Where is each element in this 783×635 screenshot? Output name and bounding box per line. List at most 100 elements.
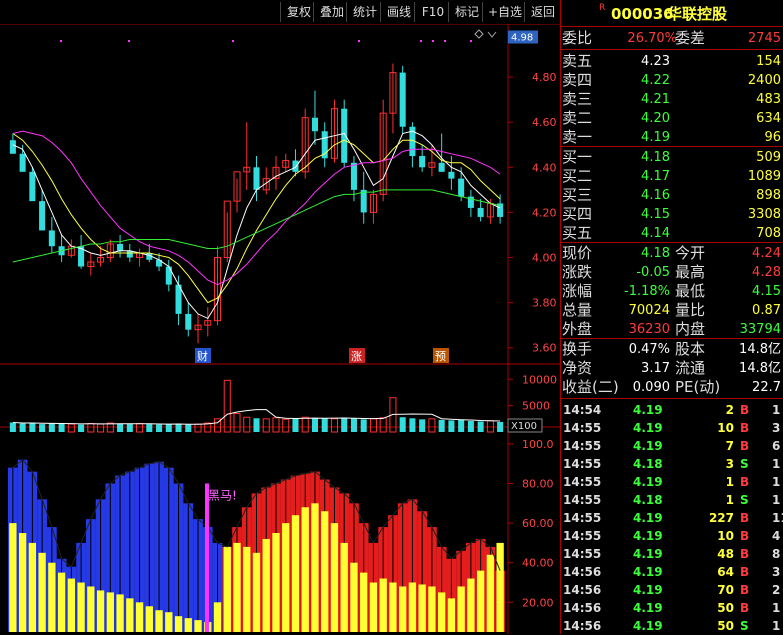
- order-ratio-label: 委比: [562, 29, 593, 47]
- signal-dot: [470, 40, 472, 42]
- volume-bar-up: [272, 417, 280, 433]
- tick-count: 3: [772, 565, 781, 579]
- volume-bar-up: [194, 423, 202, 433]
- bid-label: 买四: [562, 205, 593, 223]
- tick-side: B: [740, 529, 750, 543]
- volume-bar-down: [78, 424, 85, 432]
- tick-volume: 227: [708, 511, 734, 525]
- draw-line-button[interactable]: 画线: [380, 2, 417, 22]
- tick-price: 4.18: [633, 493, 663, 507]
- candle-body-down: [341, 108, 348, 163]
- volume-bars: [9, 379, 504, 433]
- fundamental-label-2: 流通: [675, 359, 706, 377]
- ask-row: 卖四 4.22 2400: [561, 71, 783, 90]
- fundamental-value-2: 14.8亿: [739, 342, 781, 357]
- tick-row: 14:56 4.19 50 B 1: [561, 599, 783, 617]
- order-ratio-value: 26.70%: [627, 31, 677, 46]
- volume-bar-down: [175, 423, 182, 432]
- volume-bar-up: [428, 418, 436, 433]
- ask-row: 卖二 4.20 634: [561, 109, 783, 128]
- volume-bar-down: [19, 423, 26, 432]
- tick-price: 4.19: [633, 439, 663, 453]
- black-horse-marker: [205, 483, 209, 632]
- fundamental-value: 3.17: [641, 361, 670, 376]
- tick-row: 14:56 4.19 64 B 3: [561, 563, 783, 581]
- back-button[interactable]: 返回: [524, 2, 561, 22]
- add-favorite-button[interactable]: +自选: [482, 2, 527, 22]
- tick-row: 14:55 4.19 7 B 6: [561, 437, 783, 455]
- tick-side: B: [740, 403, 750, 417]
- indicator-bar: [282, 523, 290, 632]
- fundamental-label: 换手: [562, 340, 593, 358]
- restore-rights-button[interactable]: 复权: [280, 2, 317, 22]
- f10-button[interactable]: F10: [414, 2, 451, 22]
- tick-time: 14:55: [563, 421, 602, 435]
- tick-side: S: [740, 493, 749, 507]
- tick-side: B: [740, 547, 750, 561]
- ask-price: 4.21: [641, 92, 670, 107]
- quote-value-2: 33794: [739, 322, 781, 337]
- tick-price: 4.19: [633, 475, 663, 489]
- volume-bar-up: [379, 417, 387, 433]
- tick-side: S: [740, 619, 749, 633]
- candle-body-down: [448, 171, 455, 179]
- quote-value-2: 4.28: [752, 265, 781, 280]
- ask-volume: 634: [756, 111, 781, 126]
- indicator-tick-label: 80.00: [522, 478, 554, 491]
- tick-price: 4.19: [633, 547, 663, 561]
- tick-row: 14:55 4.18 1 S 1: [561, 491, 783, 509]
- ask-label: 卖三: [562, 90, 593, 108]
- mark-button[interactable]: 标记: [448, 2, 485, 22]
- indicator-bar: [155, 610, 163, 632]
- ask-label: 卖四: [562, 71, 593, 89]
- quote-value: -1.18%: [624, 284, 670, 299]
- tick-side: B: [740, 583, 750, 597]
- tick-time: 14:55: [563, 529, 602, 543]
- fundamental-value-2: 14.8亿: [739, 361, 781, 376]
- ask-price: 4.23: [641, 54, 670, 69]
- volume-bar-down: [185, 424, 192, 432]
- indicator-bar: [18, 533, 27, 632]
- tick-volume: 3: [725, 457, 734, 471]
- kline-chart-area[interactable]: 4.80 4.60 4.40 4.20 4.00 3.80 3.60 4.98 10000 50…: [0, 24, 560, 634]
- tick-volume: 1: [725, 493, 734, 507]
- order-ratio-row: 委比 26.70% 委差 2745: [561, 29, 783, 48]
- volume-bar-up: [301, 416, 309, 433]
- indicator-bar: [223, 546, 231, 632]
- bid-volume: 708: [756, 226, 781, 241]
- bid-row: 买三 4.16 898: [561, 186, 783, 205]
- candle-body-down: [458, 178, 465, 197]
- ask-label: 卖二: [562, 109, 593, 127]
- volume-bar-down: [146, 424, 153, 432]
- tick-row: 14:55 4.19 10 B 3: [561, 419, 783, 437]
- tick-time: 14:55: [563, 475, 602, 489]
- candle-body-down: [29, 171, 36, 202]
- indicator-bar: [87, 586, 95, 632]
- overlay-button[interactable]: 叠加: [313, 2, 350, 22]
- quote-label: 总量: [562, 301, 593, 319]
- indicator-bar: [379, 578, 387, 632]
- tick-volume: 1: [725, 475, 734, 489]
- quote-label: 涨跌: [562, 263, 593, 281]
- quote-panel: R 000036 华联控股 委比 26.70% 委差 2745 卖五 4.23 15…: [560, 0, 783, 634]
- ma-line-2: [12, 130, 501, 286]
- volume-bar-down: [341, 417, 348, 432]
- statistics-button[interactable]: 统计: [346, 2, 383, 22]
- tick-row: 14:54 4.19 2 B 1: [561, 401, 783, 419]
- volume-tick-label: 10000: [522, 373, 557, 386]
- indicator-bar: [28, 542, 37, 632]
- signal-dot: [444, 40, 446, 42]
- tick-side: B: [740, 475, 750, 489]
- price-tick-label: 3.80: [532, 297, 557, 310]
- fundamental-row: 净资 3.17 流通 14.8亿: [561, 359, 783, 378]
- quote-label-2: 量比: [675, 301, 706, 319]
- volume-bar-down: [497, 421, 504, 432]
- ask-row: 卖五 4.23 154: [561, 52, 783, 71]
- event-marker-label: 财: [197, 349, 208, 363]
- indicator-bar: [369, 582, 378, 632]
- tick-price: 4.19: [633, 511, 663, 525]
- indicator-bar: [174, 616, 183, 632]
- tick-volume: 70: [717, 583, 734, 597]
- volume-bar-down: [48, 423, 55, 432]
- ask-row: 卖一 4.19 96: [561, 128, 783, 147]
